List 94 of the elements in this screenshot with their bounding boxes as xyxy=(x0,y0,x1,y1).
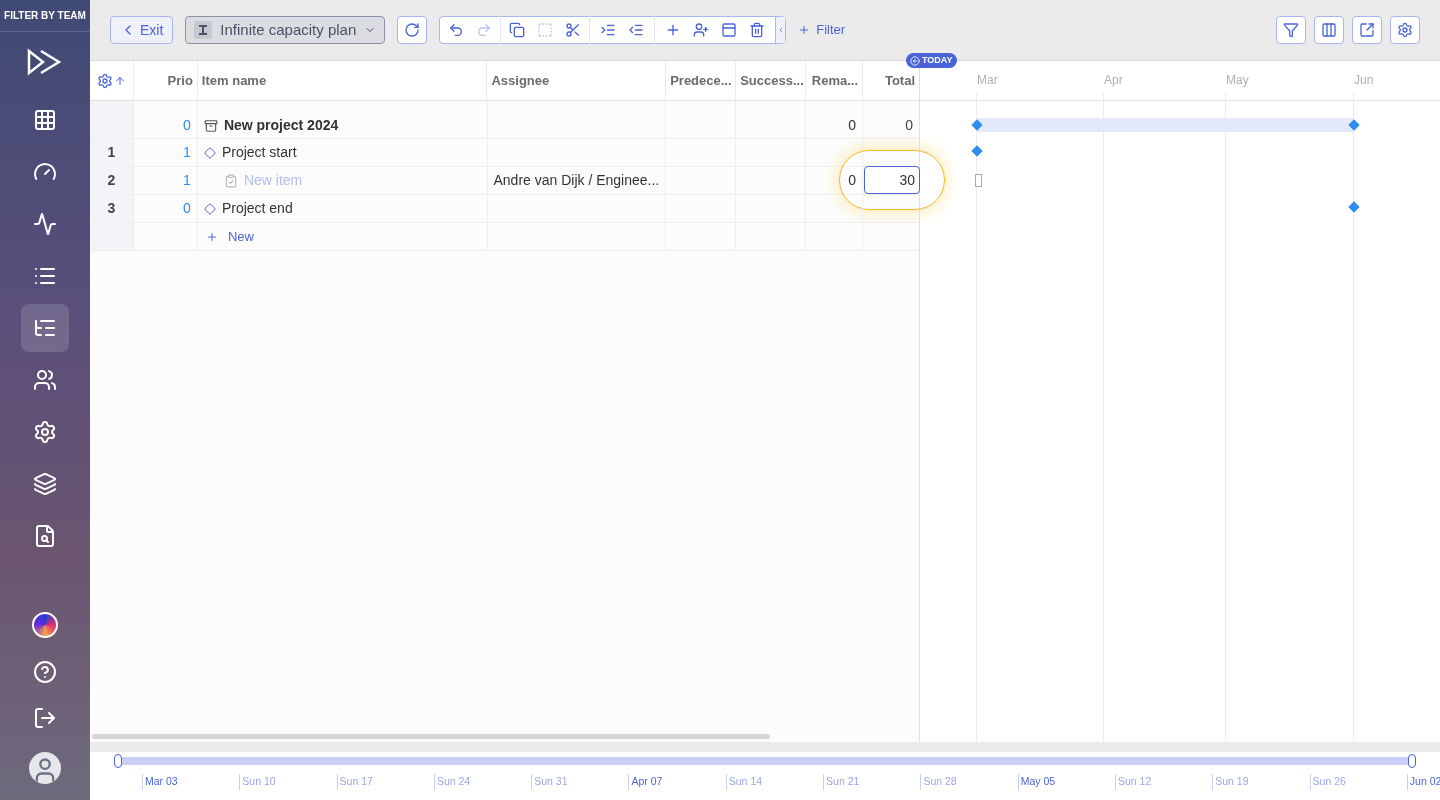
timeline-date: Sun 10 xyxy=(239,774,337,790)
funnel-icon xyxy=(1283,22,1299,38)
horizontal-scrollbar[interactable] xyxy=(92,734,770,739)
settings-icon xyxy=(1397,22,1413,38)
settings-button[interactable] xyxy=(1390,16,1420,44)
filter-button[interactable]: Filter xyxy=(798,20,846,40)
timeline-date: Apr 07 xyxy=(628,774,726,790)
timeline-date: Mar 03 xyxy=(142,774,240,790)
milestone-marker[interactable] xyxy=(1348,201,1360,213)
timeline-date: Sun 21 xyxy=(823,774,921,790)
row-header-cell[interactable]: 3 xyxy=(90,195,133,222)
exit-button[interactable]: Exit xyxy=(110,16,174,44)
help-icon[interactable] xyxy=(33,660,57,684)
table-cell: Andre van Dijk / Enginee... xyxy=(486,167,666,194)
folder-icon xyxy=(203,118,218,133)
range-handle[interactable] xyxy=(114,754,122,768)
columns-button[interactable] xyxy=(1314,16,1344,44)
row-header-cell[interactable] xyxy=(90,101,133,138)
timeline-date: Sun 19 xyxy=(1212,774,1310,790)
month-label: Apr xyxy=(1104,72,1123,89)
milestone-marker[interactable] xyxy=(1348,119,1360,131)
prio-cell[interactable]: 1 xyxy=(132,139,197,166)
timeline-date: Sun 17 xyxy=(336,774,434,790)
add-user-icon xyxy=(693,22,710,38)
diamond-icon xyxy=(203,146,216,159)
column-header[interactable]: Success... xyxy=(735,61,806,100)
refresh-button[interactable] xyxy=(397,16,428,44)
item-name[interactable]: Project start xyxy=(221,142,297,163)
timeline-date: Sun 12 xyxy=(1114,774,1213,790)
range-handle[interactable] xyxy=(1408,754,1416,768)
outdent-icon xyxy=(628,22,645,38)
column-settings-icon[interactable] xyxy=(96,72,113,89)
table-cell: 0 xyxy=(805,101,863,138)
item-name[interactable]: Project end xyxy=(221,198,293,219)
grid-icon xyxy=(33,108,57,132)
row-header-cell[interactable]: 1 xyxy=(90,139,133,166)
month-label: Mar xyxy=(977,72,998,89)
indent-icon xyxy=(600,22,617,38)
total-input[interactable]: 30 xyxy=(864,166,920,194)
undo-icon xyxy=(448,22,465,38)
prio-cell[interactable]: 0 xyxy=(132,195,197,222)
timeline-date: May 05 xyxy=(1017,774,1115,790)
dashed-square-icon xyxy=(537,22,554,38)
refresh-icon xyxy=(404,22,421,38)
panel-icon xyxy=(721,22,738,38)
pulse-icon xyxy=(33,212,57,236)
trash-icon xyxy=(749,22,766,38)
scissors-icon xyxy=(565,22,582,38)
plus-icon xyxy=(798,24,811,36)
logout-icon[interactable] xyxy=(33,706,57,730)
diamond-icon xyxy=(203,202,216,215)
new-item-button[interactable]: New xyxy=(205,226,254,247)
export-icon xyxy=(1359,22,1375,38)
timeline-date: Sun 28 xyxy=(920,774,1018,790)
column-header[interactable]: Rema... xyxy=(805,61,863,100)
today-badge[interactable]: TODAY xyxy=(906,53,957,68)
users-icon xyxy=(33,368,57,392)
milestone-marker[interactable] xyxy=(971,119,983,131)
layers-icon xyxy=(33,472,57,496)
timeline-date: Jun 02 xyxy=(1406,774,1440,790)
redo-icon xyxy=(476,22,493,38)
column-header[interactable]: Item name xyxy=(196,61,487,100)
table-cell: 0 xyxy=(805,167,863,194)
row-header-cell[interactable]: 2 xyxy=(90,167,133,194)
saved-filter-button[interactable] xyxy=(1276,16,1306,44)
item-name[interactable]: New project 2024 xyxy=(223,115,339,136)
timeline-date: Sun 24 xyxy=(433,774,532,790)
copy-icon xyxy=(509,22,526,38)
avatar[interactable] xyxy=(29,752,61,784)
month-label: Jun xyxy=(1354,72,1374,89)
plan-icon xyxy=(194,21,213,39)
column-header[interactable]: Assignee xyxy=(486,61,666,100)
plan-dropdown[interactable]: Infinite capacity plan xyxy=(185,16,386,44)
timeline-date: Sun 26 xyxy=(1309,774,1407,790)
filter-by-team-label[interactable]: FILTER BY TEAM xyxy=(0,0,90,32)
milestone-marker[interactable] xyxy=(971,145,983,157)
sidebar-item[interactable] xyxy=(21,304,69,352)
column-header[interactable]: Prio xyxy=(132,61,197,100)
logo-icon[interactable] xyxy=(27,48,63,76)
month-label: May xyxy=(1226,72,1249,89)
orb-icon[interactable] xyxy=(32,612,58,638)
prio-cell[interactable]: 0 xyxy=(132,101,197,138)
timeline-date: Sun 14 xyxy=(725,774,824,790)
prio-cell[interactable]: 1 xyxy=(132,167,197,194)
settings-icon xyxy=(33,420,57,444)
columns-icon xyxy=(1321,22,1337,38)
arrow-left-icon xyxy=(910,55,920,66)
export-button[interactable] xyxy=(1352,16,1382,44)
clipboard-icon xyxy=(223,173,238,188)
timeline-date: Sun 31 xyxy=(531,774,629,790)
column-header[interactable]: Predece... xyxy=(665,61,736,100)
total-cell[interactable]: 0 xyxy=(862,101,919,138)
document-search-icon xyxy=(33,524,57,548)
plus-icon xyxy=(205,230,218,243)
